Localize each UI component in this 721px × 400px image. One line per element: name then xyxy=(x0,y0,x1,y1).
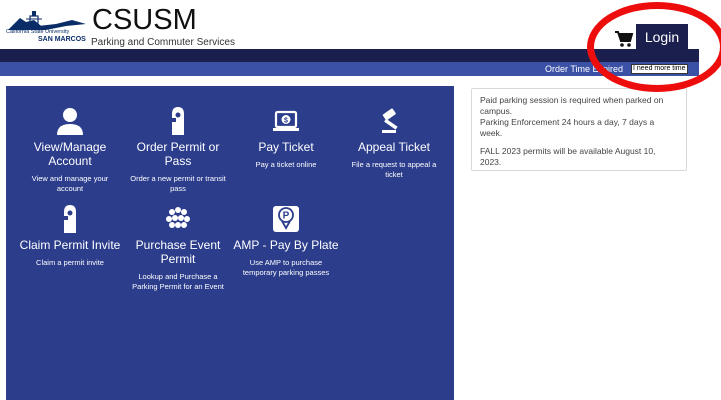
tile-description: Claim a permit invite xyxy=(36,258,104,267)
parking-info-box: Paid parking session is required when pa… xyxy=(471,88,687,171)
tile-pay-ticket[interactable]: $ Pay Ticket Pay a ticket online xyxy=(231,106,341,170)
info-line: FALL 2023 permits will be available Augu… xyxy=(480,146,656,167)
info-line: Parking Enforcement 24 hours a day, 7 da… xyxy=(480,117,655,138)
crowd-icon xyxy=(166,207,190,228)
gavel-icon xyxy=(382,108,398,133)
tile-claim-permit-invite[interactable]: Claim Permit Invite Claim a permit invit… xyxy=(15,204,125,268)
tile-description: Order a new permit or transit pass xyxy=(130,174,226,193)
tile-purchase-event-permit[interactable]: Purchase Event Permit Lookup and Purchas… xyxy=(123,204,233,292)
site-title[interactable]: CSUSM xyxy=(92,5,197,35)
tile-title: Order Permit or Pass xyxy=(136,140,220,168)
logo-university-text: California State University xyxy=(6,29,70,35)
site-subtitle: Parking and Commuter Services xyxy=(91,37,235,48)
annotation-circle xyxy=(587,2,721,92)
tile-description: Lookup and Purchase a Parking Permit for… xyxy=(132,272,224,291)
parking-pin-icon: P xyxy=(273,206,299,232)
tile-title: Appeal Ticket xyxy=(357,140,431,154)
hang-tag-icon xyxy=(63,205,76,233)
user-icon xyxy=(57,108,83,135)
tile-title: Purchase Event Permit xyxy=(135,238,221,266)
tile-title: View/Manage Account xyxy=(33,140,107,168)
info-line: Paid parking session is required when pa… xyxy=(480,95,664,116)
svg-text:P: P xyxy=(283,211,290,222)
logo-campus-text: SAN MARCOS xyxy=(38,36,86,43)
laptop-dollar-icon: $ xyxy=(273,110,299,131)
tile-view-manage-account[interactable]: View/Manage Account View and manage your… xyxy=(15,106,125,194)
hang-tag-icon xyxy=(171,107,184,135)
tile-title: AMP - Pay By Plate xyxy=(233,238,339,252)
tile-description: View and manage your account xyxy=(31,174,109,193)
tile-description: Pay a ticket online xyxy=(255,160,317,169)
tile-title: Pay Ticket xyxy=(258,140,314,154)
tile-title: Claim Permit Invite xyxy=(19,238,121,252)
tile-description: File a request to appeal a ticket xyxy=(351,160,437,179)
tile-appeal-ticket[interactable]: Appeal Ticket File a request to appeal a… xyxy=(339,106,449,180)
services-panel: View/Manage Account View and manage your… xyxy=(6,86,454,400)
tile-amp-pay-by-plate[interactable]: P AMP - Pay By Plate Use AMP to purchase… xyxy=(231,204,341,278)
tile-description: Use AMP to purchase temporary parking pa… xyxy=(242,258,330,277)
tile-order-permit[interactable]: Order Permit or Pass Order a new permit … xyxy=(123,106,233,194)
svg-text:$: $ xyxy=(284,117,288,124)
